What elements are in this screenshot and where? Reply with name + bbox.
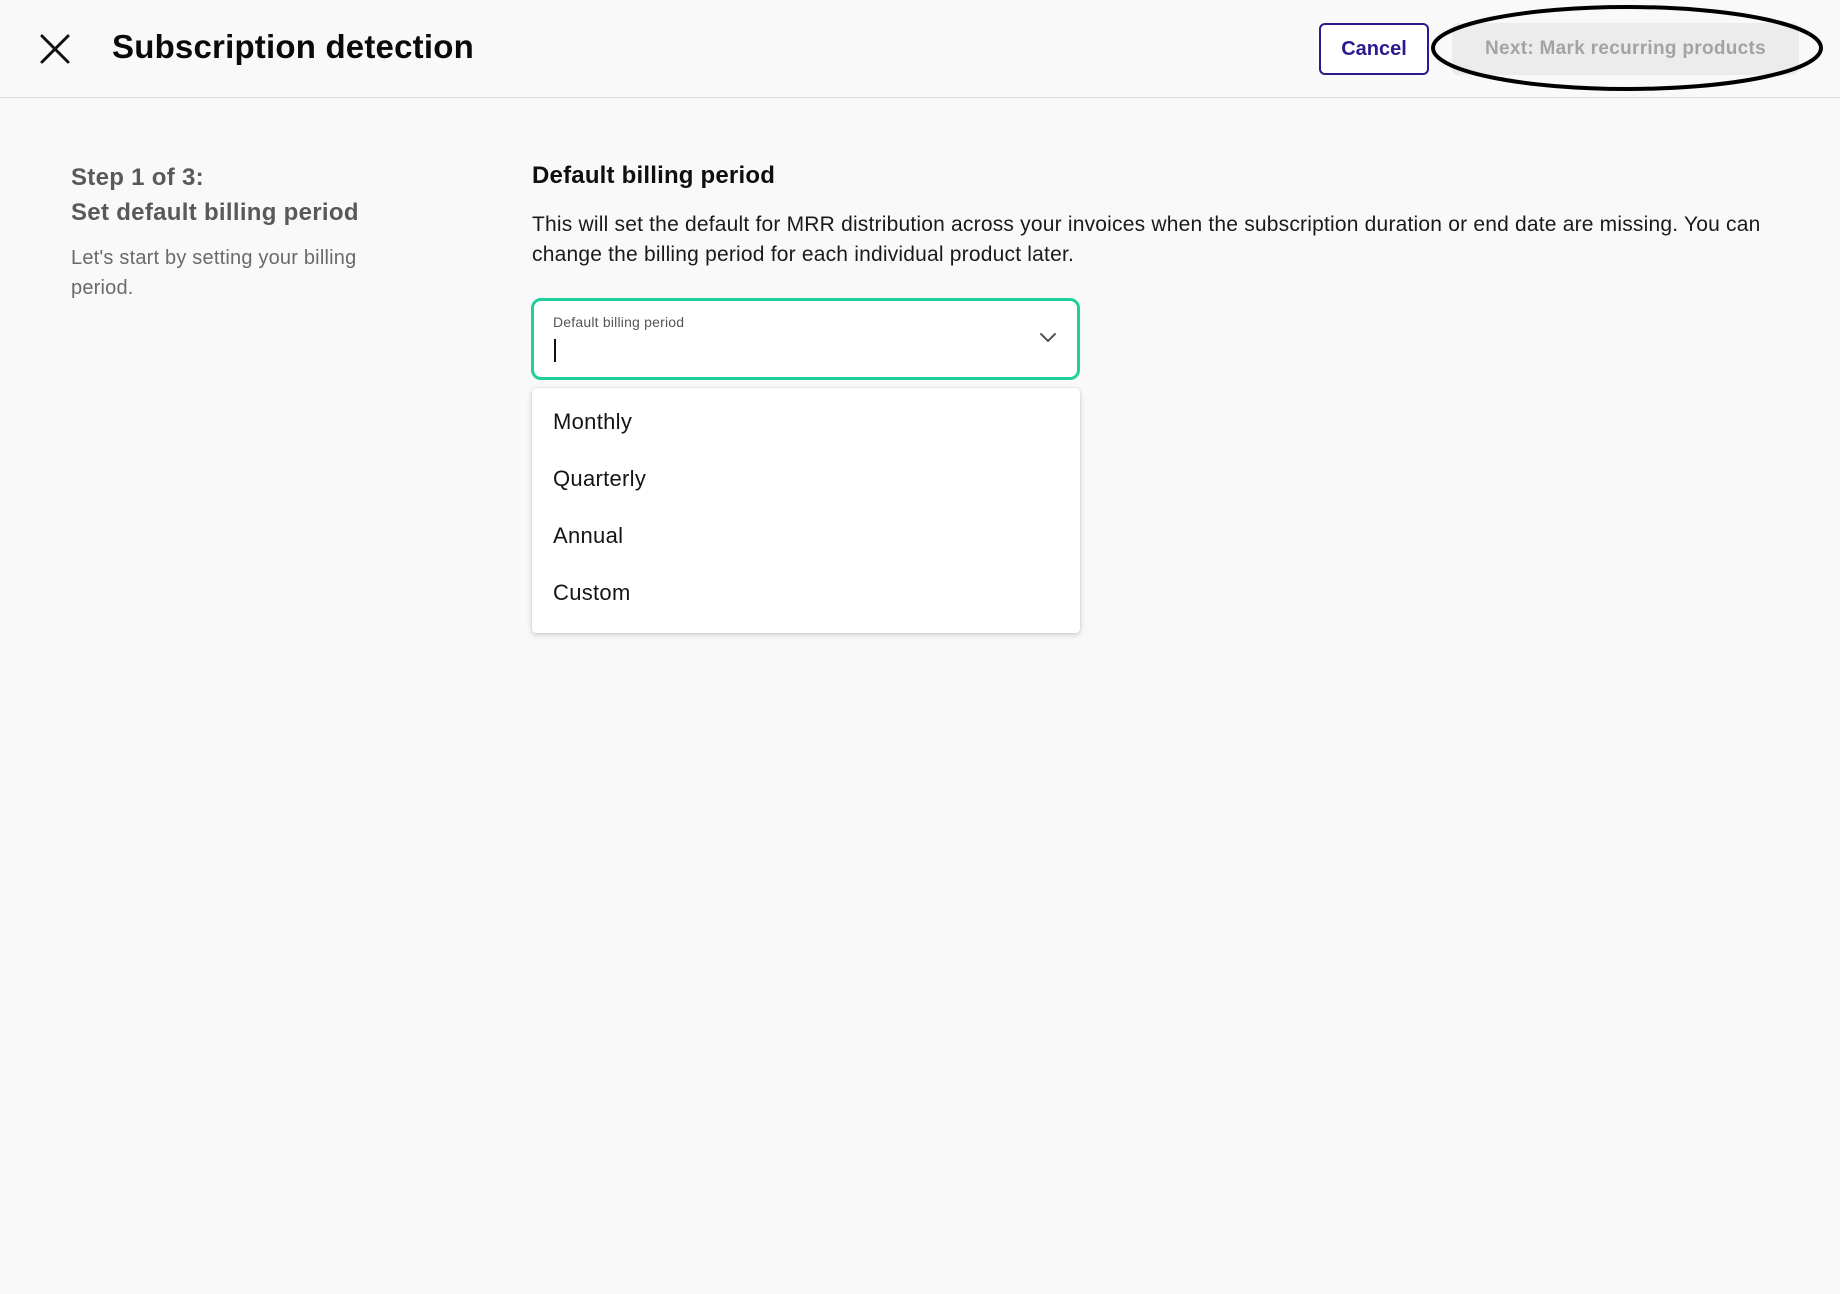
section-heading: Default billing period	[532, 162, 776, 189]
cancel-button[interactable]: Cancel	[1319, 23, 1429, 75]
page-title: Subscription detection	[112, 28, 474, 65]
close-button[interactable]	[38, 32, 72, 66]
step-indicator: Step 1 of 3: Set default billing period	[71, 160, 359, 230]
option-custom[interactable]: Custom	[532, 564, 1080, 621]
step-description: Let's start by setting your billing peri…	[71, 247, 357, 299]
close-icon	[40, 34, 70, 64]
chevron-down-icon[interactable]	[1039, 331, 1057, 343]
option-quarterly[interactable]: Quarterly	[532, 450, 1080, 507]
billing-period-dropdown: Monthly Quarterly Annual Custom	[532, 388, 1080, 633]
top-bar: Subscription detection Cancel Next: Mark…	[0, 0, 1840, 98]
default-billing-period-select[interactable]: Default billing period	[531, 298, 1080, 380]
next-mark-recurring-products-button[interactable]: Next: Mark recurring products	[1452, 23, 1799, 75]
option-annual[interactable]: Annual	[532, 507, 1080, 564]
option-monthly[interactable]: Monthly	[532, 393, 1080, 450]
section-description: This will set the default for MRR distri…	[532, 213, 1761, 266]
select-label: Default billing period	[553, 314, 685, 330]
step-count: Step 1 of 3:	[71, 164, 204, 191]
text-cursor	[554, 339, 556, 362]
step-name: Set default billing period	[71, 199, 359, 226]
